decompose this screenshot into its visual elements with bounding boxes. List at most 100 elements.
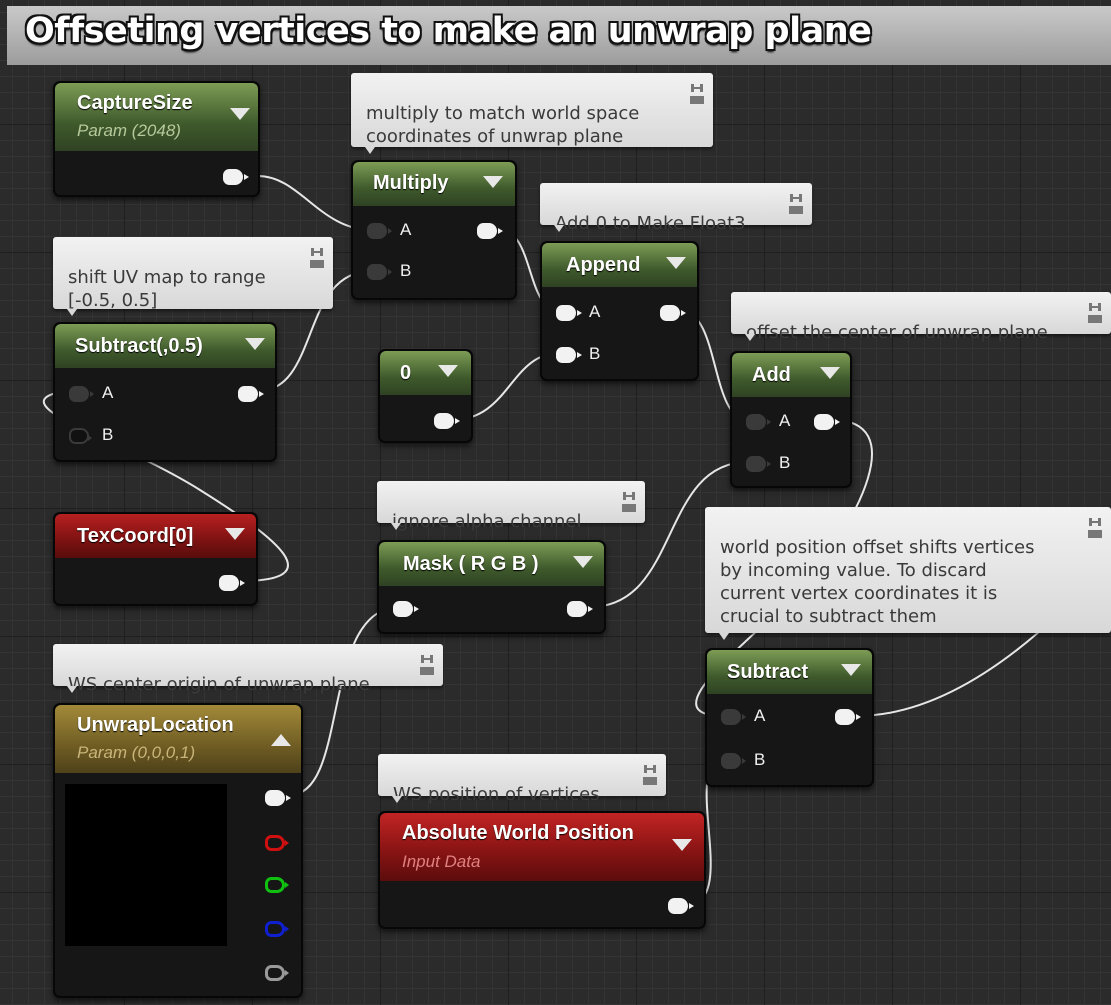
chevron-down-icon[interactable]: [672, 839, 692, 851]
comment-wpo[interactable]: world position offset shifts vertices by…: [705, 507, 1111, 640]
node-title: TexCoord[0]: [77, 525, 194, 547]
node-header: Append: [542, 243, 697, 287]
input-pin-a[interactable]: [746, 414, 771, 430]
node-header: Absolute World Position Input Data: [380, 813, 704, 881]
node-texcoord[interactable]: TexCoord[0]: [53, 512, 258, 606]
pin-label-b: B: [400, 261, 412, 280]
pin-label-a: A: [400, 220, 412, 239]
chevron-down-icon[interactable]: [573, 556, 593, 568]
node-capture-size[interactable]: CaptureSize Param (2048): [53, 81, 260, 197]
comment-offset-center[interactable]: offset the center of unwrap plane: [731, 292, 1111, 343]
node-header: Mask ( R G B ): [379, 542, 604, 586]
chevron-down-icon[interactable]: [820, 367, 840, 379]
comment-wpo-text: world position offset shifts vertices by…: [720, 537, 1035, 627]
node-subtract-half[interactable]: Subtract(,0.5) A B: [53, 322, 277, 462]
input-pin-a[interactable]: [556, 305, 582, 321]
node-mask-rgb[interactable]: Mask ( R G B ): [377, 540, 606, 634]
node-add[interactable]: Add A B: [730, 351, 852, 488]
input-pin-b[interactable]: [721, 753, 746, 769]
comment-ws-position[interactable]: WS position of vertices: [378, 754, 666, 805]
pin-icon[interactable]: [1087, 514, 1103, 540]
input-pin-b[interactable]: [367, 264, 392, 280]
material-graph-canvas[interactable]: Offseting vertices to make an unwrap pla…: [0, 0, 1111, 1005]
input-pin-b[interactable]: [556, 347, 582, 363]
node-header: UnwrapLocation Param (0,0,0,1): [55, 705, 301, 773]
node-header: Multiply: [353, 162, 515, 206]
comment-multiply[interactable]: multiply to match world space coordinate…: [351, 73, 713, 154]
node-subtract[interactable]: Subtract A B: [705, 648, 874, 787]
output-pin-g[interactable]: [265, 877, 289, 893]
comment-multiply-text: multiply to match world space coordinate…: [366, 103, 640, 147]
node-title: Add: [752, 364, 791, 386]
pin-label-a: A: [779, 411, 791, 430]
pin-icon[interactable]: [309, 244, 325, 270]
pin-icon[interactable]: [621, 488, 637, 514]
output-pin-a[interactable]: [265, 965, 289, 981]
chevron-down-icon[interactable]: [230, 108, 250, 120]
color-preview: [65, 784, 227, 946]
output-pin[interactable]: [219, 575, 245, 591]
output-pin-b[interactable]: [265, 921, 289, 937]
node-header: CaptureSize Param (2048): [55, 83, 258, 151]
output-pin[interactable]: [434, 413, 460, 429]
node-title: Subtract(,0.5): [75, 335, 203, 357]
node-title: UnwrapLocation: [77, 714, 234, 736]
chevron-up-icon[interactable]: [271, 734, 291, 746]
output-pin[interactable]: [814, 414, 840, 430]
chevron-down-icon[interactable]: [841, 664, 861, 676]
node-header: 0: [380, 351, 471, 395]
node-append[interactable]: Append A B: [540, 241, 699, 381]
input-pin-b[interactable]: [746, 456, 771, 472]
pin-icon[interactable]: [419, 651, 435, 677]
comment-ignore-alpha-text: ignore alpha channel: [392, 511, 582, 532]
input-pin-a[interactable]: [367, 223, 392, 239]
node-subtitle: Param (2048): [77, 121, 181, 140]
node-title: Subtract: [727, 661, 809, 683]
node-multiply[interactable]: Multiply A B: [351, 160, 517, 300]
output-pin[interactable]: [835, 709, 861, 725]
output-pin[interactable]: [238, 386, 264, 402]
output-pin-r[interactable]: [265, 835, 289, 851]
pin-icon[interactable]: [689, 80, 705, 106]
output-pin[interactable]: [223, 169, 249, 185]
output-pin-rgba[interactable]: [265, 790, 291, 806]
node-title: Absolute World Position: [402, 822, 634, 844]
chevron-down-icon[interactable]: [438, 365, 458, 377]
output-pin[interactable]: [477, 223, 503, 239]
pin-icon[interactable]: [642, 761, 658, 787]
pin-label-b: B: [754, 750, 766, 769]
comment-ignore-alpha[interactable]: ignore alpha channel: [377, 481, 645, 532]
node-header: Subtract: [707, 650, 872, 694]
node-subtitle: Param (0,0,0,1): [77, 743, 196, 762]
pin-icon[interactable]: [788, 190, 804, 216]
node-title: Multiply: [373, 172, 449, 194]
node-absolute-world-position[interactable]: Absolute World Position Input Data: [378, 811, 706, 929]
output-pin[interactable]: [567, 601, 593, 617]
pin-label-b: B: [589, 344, 601, 363]
chevron-down-icon[interactable]: [666, 257, 686, 269]
comment-append[interactable]: Add 0 to Make Float3: [540, 183, 812, 234]
input-pin-a[interactable]: [721, 709, 746, 725]
pin-label-b: B: [779, 453, 791, 472]
pin-label-a: A: [754, 706, 766, 725]
comment-shift-uv[interactable]: shift UV map to range [-0.5, 0.5]: [53, 237, 333, 316]
node-unwrap-location[interactable]: UnwrapLocation Param (0,0,0,1): [53, 703, 303, 998]
node-header: Add: [732, 353, 850, 397]
output-pin[interactable]: [660, 305, 686, 321]
input-pin[interactable]: [393, 601, 419, 617]
comment-ws-center[interactable]: WS center origin of unwrap plane: [53, 644, 443, 695]
input-pin-b[interactable]: [69, 428, 92, 444]
comment-offset-center-text: offset the center of unwrap plane: [746, 322, 1048, 343]
node-title: Mask ( R G B ): [403, 553, 539, 575]
chevron-down-icon[interactable]: [245, 338, 265, 350]
pin-icon[interactable]: [1087, 299, 1103, 325]
comment-box-title-bar[interactable]: Offseting vertices to make an unwrap pla…: [7, 6, 1111, 65]
output-pin[interactable]: [668, 898, 694, 914]
input-pin-a[interactable]: [69, 386, 94, 402]
pin-label-b: B: [102, 425, 114, 444]
chevron-down-icon[interactable]: [483, 176, 503, 188]
pin-label-a: A: [589, 302, 601, 321]
node-constant-zero[interactable]: 0: [378, 349, 473, 443]
comment-shift-uv-text: shift UV map to range [-0.5, 0.5]: [68, 267, 266, 311]
chevron-down-icon[interactable]: [225, 528, 245, 540]
